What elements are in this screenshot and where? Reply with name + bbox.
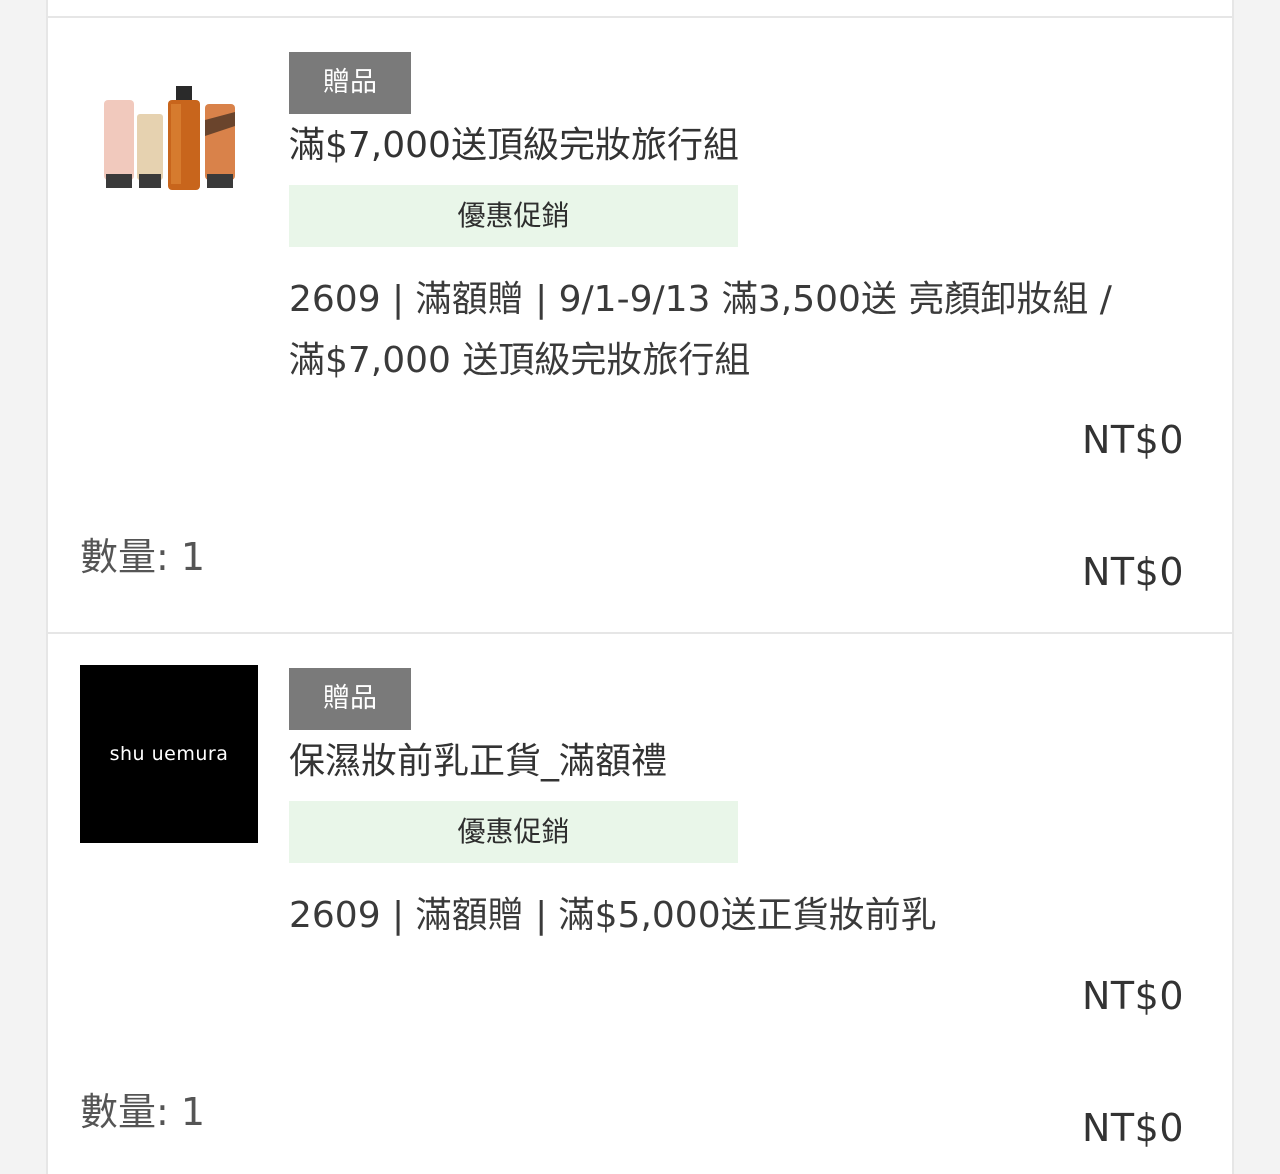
cart-item: 贈品 滿$7,000送頂級完妝旅行組 優惠促銷 2609 | 滿額贈 | 9/1… [48, 18, 1232, 632]
cart-item: shu uemura 贈品 保濕妝前乳正貨_滿額禮 優惠促銷 2609 | 滿額… [48, 634, 1232, 1174]
product-name[interactable]: 滿$7,000送頂級完妝旅行組 [289, 124, 1184, 168]
promo-badge: 優惠促銷 [289, 185, 738, 247]
brand-logo: shu uemura [109, 743, 229, 765]
gift-tag: 贈品 [289, 668, 411, 730]
product-set-image [104, 86, 235, 190]
promo-badge: 優惠促銷 [289, 801, 738, 863]
unit-price: NT$0 [1082, 974, 1184, 1018]
promo-description-line: 滿$7,000 送頂級完妝旅行組 [289, 340, 751, 381]
total-price: NT$0 [1082, 1106, 1184, 1150]
gift-tag: 贈品 [289, 52, 411, 114]
item-info: 贈品 保濕妝前乳正貨_滿額禮 優惠促銷 2609 | 滿額贈 | 滿$5,000… [289, 668, 1184, 946]
item-info: 贈品 滿$7,000送頂級完妝旅行組 優惠促銷 2609 | 滿額贈 | 9/1… [289, 52, 1184, 391]
promo-description: 2609 | 滿額贈 | 9/1-9/13 滿3,500送 亮顏卸妝組 / 滿$… [289, 269, 1184, 391]
total-price: NT$0 [1082, 550, 1184, 594]
quantity-label: 數量: 1 [80, 1090, 206, 1134]
promo-description-line: 2609 | 滿額贈 | 滿$5,000送正貨妝前乳 [289, 895, 937, 936]
product-name[interactable]: 保濕妝前乳正貨_滿額禮 [289, 740, 1184, 784]
quantity-label: 數量: 1 [80, 535, 206, 579]
unit-price: NT$0 [1082, 418, 1184, 462]
promo-description: 2609 | 滿額贈 | 滿$5,000送正貨妝前乳 [289, 885, 1184, 946]
promo-description-line: 2609 | 滿額贈 | 9/1-9/13 滿3,500送 亮顏卸妝組 / [289, 279, 1112, 320]
cart-items-panel: 贈品 滿$7,000送頂級完妝旅行組 優惠促銷 2609 | 滿額贈 | 9/1… [46, 0, 1234, 1174]
product-thumbnail[interactable] [80, 66, 258, 244]
product-thumbnail[interactable]: shu uemura [80, 665, 258, 843]
